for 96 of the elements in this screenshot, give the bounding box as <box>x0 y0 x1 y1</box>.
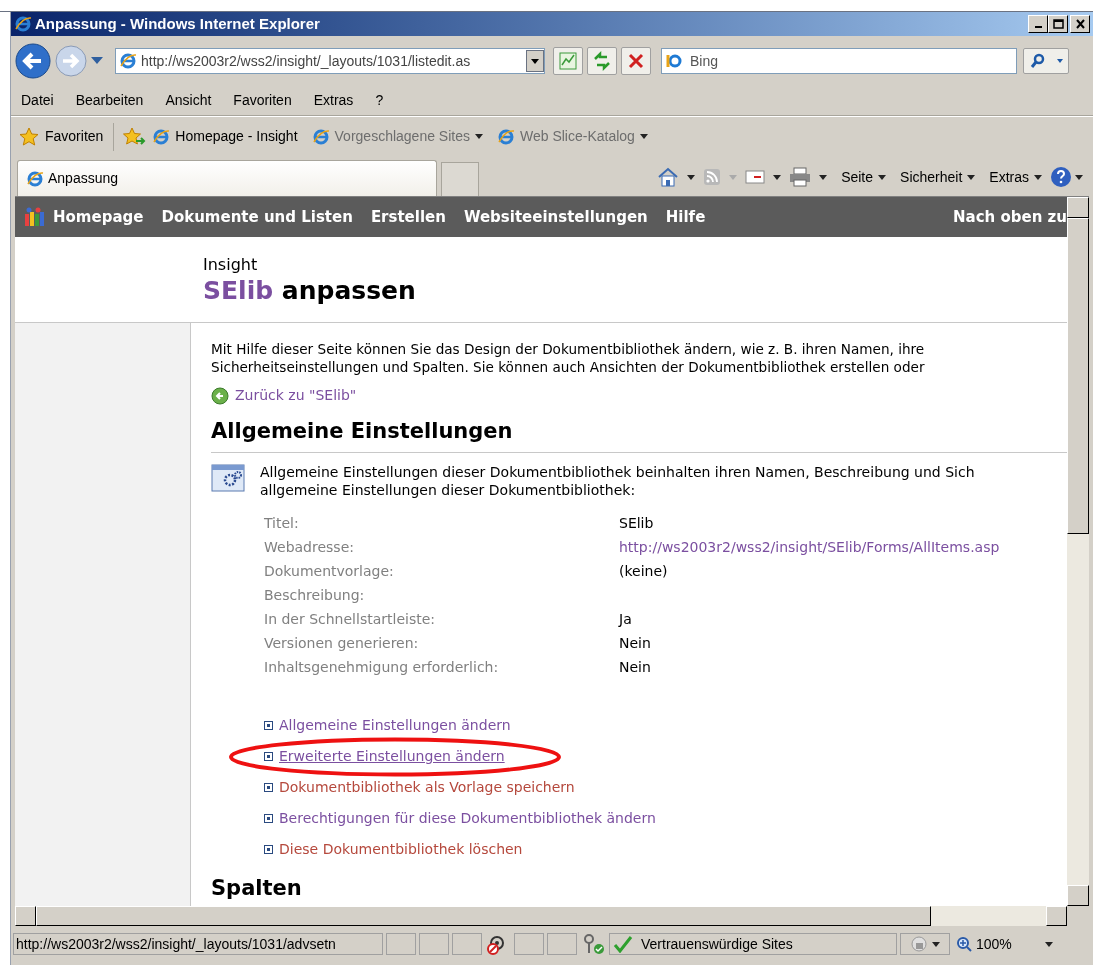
property-label: Inhaltsgenehmigung erforderlich: <box>264 657 500 677</box>
favorites-link[interactable]: Web Slice-Katalog <box>497 126 648 147</box>
status-pane <box>452 933 482 955</box>
caret-icon[interactable] <box>1056 59 1063 63</box>
favorites-button[interactable]: Favoriten <box>19 122 115 151</box>
settings-icon <box>211 462 245 493</box>
description-text: Allgemeine Einstellungen dieser Dokumentbibliothek beinhalten ihren Namen, Beschreibung und Sich <box>260 462 975 481</box>
check-icon <box>613 935 633 953</box>
caret-icon[interactable] <box>1045 941 1053 947</box>
nav-link[interactable]: Erstellen <box>370 205 446 229</box>
caret-icon[interactable] <box>639 134 648 139</box>
page-icon <box>497 127 515 146</box>
caret-icon[interactable] <box>687 174 696 180</box>
horizontal-scrollbar[interactable] <box>15 906 1089 926</box>
property-value: Ja <box>619 610 632 627</box>
bullet-icon <box>264 814 273 823</box>
property-value: Nein <box>619 658 651 675</box>
back-link[interactable]: Zurück zu "SElib" <box>211 385 357 406</box>
property-label: Beschreibung: <box>264 585 366 605</box>
favorites-link[interactable]: Homepage - Insight <box>152 126 298 147</box>
people-icon <box>23 206 45 228</box>
page-icon <box>119 52 137 70</box>
property-value: SElib <box>619 514 654 531</box>
section-heading: Allgemeine Einstellungen <box>211 416 1067 453</box>
caret-icon[interactable] <box>531 58 539 64</box>
settings-link[interactable]: Berechtigungen für diese Dokumentbibliothek ändern <box>279 808 656 829</box>
command-menu[interactable]: Extras <box>989 166 1042 188</box>
vertical-scrollbar[interactable] <box>1067 197 1089 906</box>
status-pane <box>514 933 544 955</box>
zoom-icon[interactable] <box>956 936 972 952</box>
section-heading: Spalten <box>211 874 303 902</box>
caret-icon[interactable] <box>932 941 940 947</box>
star-icon[interactable] <box>19 126 39 147</box>
command-menu[interactable]: Seite <box>841 166 887 188</box>
caret-icon[interactable] <box>1075 174 1083 180</box>
settings-link[interactable]: Allgemeine Einstellungen ändern <box>279 715 511 736</box>
property-label: Versionen generieren: <box>264 633 420 653</box>
caret-icon[interactable] <box>773 174 782 180</box>
command-menu[interactable]: Sicherheit <box>900 166 976 188</box>
bing-icon <box>665 53 683 69</box>
caret-icon[interactable] <box>878 174 887 180</box>
status-pane <box>547 933 577 955</box>
bullet-icon <box>264 752 273 761</box>
menu-item[interactable]: Datei <box>21 90 54 111</box>
address-field[interactable]: http://ws2003r2/wss2/insight/_layouts/1031/listedit.as <box>115 48 545 74</box>
property-label: In der Schnellstartleiste: <box>264 609 436 629</box>
search-button[interactable] <box>1023 48 1069 74</box>
zoom-button[interactable]: 100% <box>953 933 1053 955</box>
page-icon <box>311 127 330 146</box>
menu-item[interactable]: Extras <box>313 90 354 111</box>
settings-link[interactable]: Diese Dokumentbibliothek löschen <box>279 839 523 860</box>
nav-link[interactable]: Websiteeinstellungen <box>463 205 648 229</box>
intro-text: Mit Hilfe dieser Seite können Sie das Design der Dokumentbibliothek ändern, wie z. B. ihren Namen, ihre <box>211 340 926 358</box>
bullet-icon <box>264 721 273 730</box>
status-pane <box>419 933 449 955</box>
menu-item[interactable]: Favoriten <box>233 90 292 111</box>
mail-icon[interactable] <box>745 169 766 185</box>
description-text: allgemeine Einstellungen dieser Dokumentbibliothek: <box>260 480 637 499</box>
nav-link[interactable]: Homepage <box>53 205 144 229</box>
browser-icon <box>14 15 32 33</box>
property-label: Titel: <box>264 513 300 533</box>
bullet-icon <box>264 783 273 792</box>
menu-item[interactable]: ? <box>375 90 384 111</box>
nav-link[interactable]: Dokumente und Listen <box>161 205 353 229</box>
caret-icon[interactable] <box>967 174 976 180</box>
search-field[interactable]: Bing <box>661 48 1017 74</box>
caret-icon[interactable] <box>819 174 828 180</box>
nav-link[interactable]: Nach oben zu <box>953 205 1067 229</box>
browser-icon <box>26 169 44 188</box>
caret-icon[interactable] <box>475 134 483 139</box>
property-value: (keine) <box>619 562 668 579</box>
property-label: Webadresse: <box>264 537 355 557</box>
nav-link[interactable]: Hilfe <box>665 205 706 229</box>
search-icon[interactable] <box>1029 53 1046 69</box>
intro-text: Sicherheitseinstellungen und Spalten. Sie können auch Ansichten der Dokumentbibliothek erstellen oder <box>211 358 926 376</box>
page-icon <box>152 127 171 146</box>
menu-item[interactable]: Ansicht <box>165 90 212 111</box>
status-text: http://ws2003r2/wss2/insight/_layouts/1031/advsetn <box>13 933 383 955</box>
property-value: Nein <box>619 634 651 651</box>
security-zone: Vertrauenswürdige Sites <box>609 933 897 955</box>
status-pane <box>386 933 416 955</box>
home-icon[interactable] <box>657 167 680 187</box>
browser-tab[interactable]: Anpassung <box>17 160 437 196</box>
help-button[interactable] <box>1050 166 1083 188</box>
printer-icon[interactable] <box>789 167 812 187</box>
back-button[interactable] <box>15 43 51 79</box>
menu-item[interactable]: Bearbeiten <box>75 90 144 111</box>
page-title: SElib anpassen <box>203 275 417 307</box>
site-name[interactable]: Insight <box>203 255 1067 275</box>
window-title: Anpassung - Windows Internet Explorer <box>35 13 321 34</box>
bullet-icon <box>264 845 273 854</box>
settings-link[interactable]: Dokumentbibliothek als Vorlage speichern <box>279 777 575 798</box>
property-label: Dokumentvorlage: <box>264 561 395 581</box>
help-icon[interactable] <box>1050 166 1072 188</box>
web-address-link[interactable]: http://ws2003r2/wss2/insight/SElib/Forms/AllItems.asp <box>619 538 1000 555</box>
caret-icon[interactable] <box>1034 174 1042 180</box>
